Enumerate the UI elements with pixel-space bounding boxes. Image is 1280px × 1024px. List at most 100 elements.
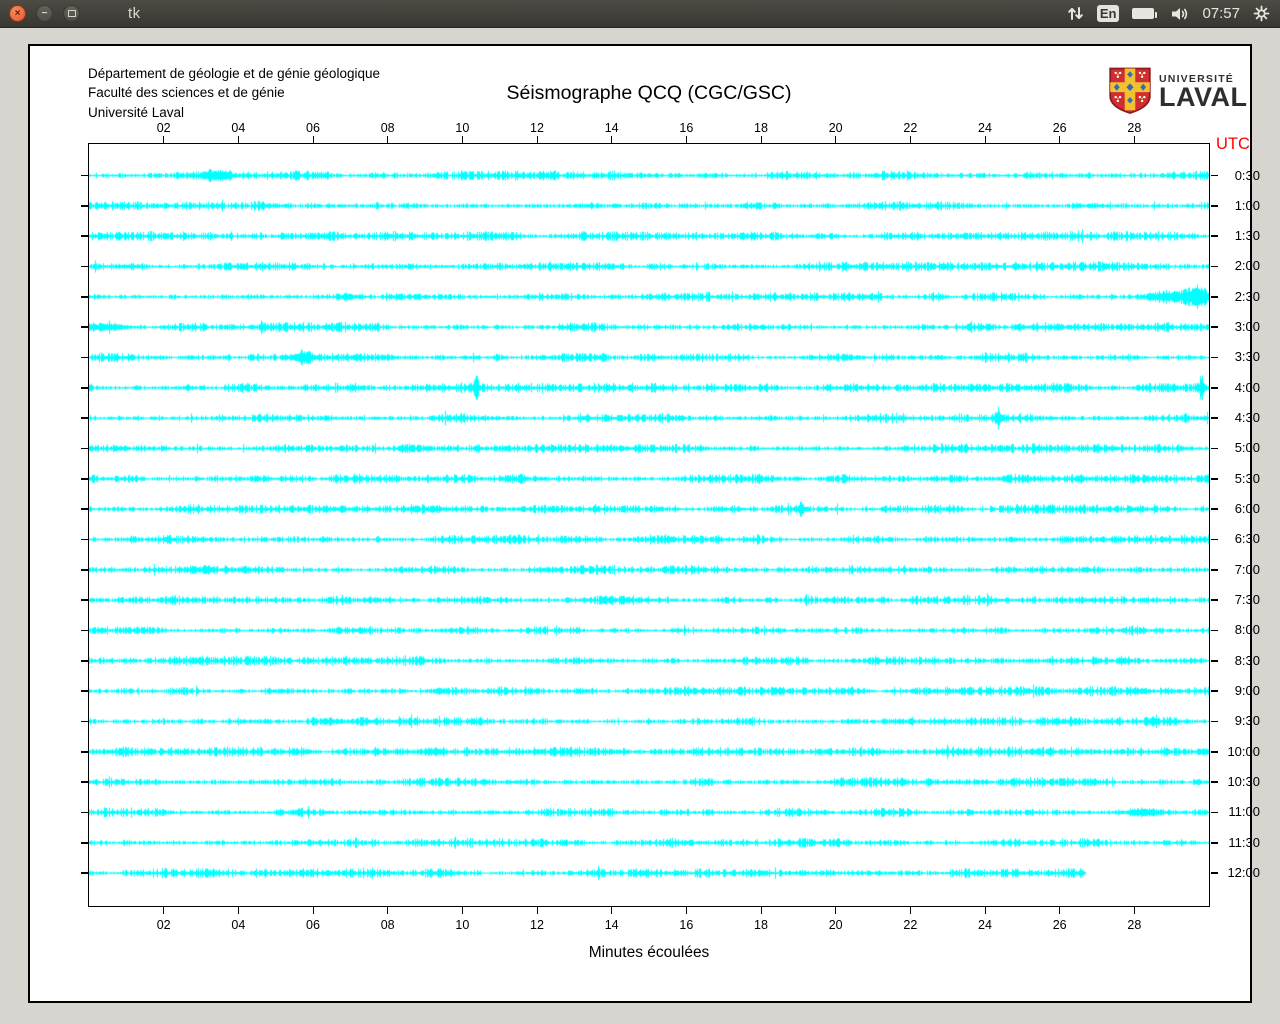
speaker-icon: [1171, 6, 1189, 22]
x-tick-label-bottom: 20: [821, 918, 851, 932]
network-indicator[interactable]: [1067, 5, 1084, 22]
row-tick-right: [1211, 478, 1218, 480]
x-tick-top: [1134, 136, 1135, 143]
x-tick-label-top: 18: [746, 121, 776, 135]
x-tick-label-top: 14: [597, 121, 627, 135]
utc-time-label: 7:30: [1220, 592, 1260, 608]
x-tick-label-bottom: 16: [671, 918, 701, 932]
row-tick-right: [1211, 387, 1218, 389]
x-tick-label-bottom: 02: [149, 918, 179, 932]
utc-time-label: 9:30: [1220, 713, 1260, 729]
row-tick-right: [1211, 296, 1218, 298]
minimize-icon: −: [42, 8, 48, 19]
x-tick-label-top: 16: [671, 121, 701, 135]
row-tick-right: [1211, 630, 1218, 632]
maximize-icon: [68, 10, 76, 17]
row-tick-left: [81, 751, 88, 753]
row-tick-right: [1211, 751, 1218, 753]
row-tick-left: [81, 599, 88, 601]
window-controls: × −: [9, 5, 80, 22]
row-tick-left: [81, 357, 88, 359]
row-tick-left: [81, 569, 88, 571]
volume-indicator[interactable]: [1171, 6, 1189, 22]
utc-time-label: 4:00: [1220, 380, 1260, 396]
gear-icon: [1253, 5, 1270, 22]
x-tick-label-bottom: 18: [746, 918, 776, 932]
maximize-button[interactable]: [63, 5, 80, 22]
chart-title: Séismographe QCQ (CGC/GSC): [88, 82, 1210, 105]
utc-time-label: 6:30: [1220, 531, 1260, 547]
row-tick-right: [1211, 721, 1218, 723]
seismogram-canvas: [89, 144, 1209, 906]
header-line-1: Département de géologie et de génie géol…: [88, 64, 380, 83]
utc-time-label: 12:00: [1220, 865, 1260, 881]
x-tick-bottom: [238, 907, 239, 914]
x-tick-bottom: [761, 907, 762, 914]
utc-time-label: 3:30: [1220, 349, 1260, 365]
x-tick-top: [387, 136, 388, 143]
x-tick-top: [238, 136, 239, 143]
x-axis-title: Minutes écoulées: [88, 944, 1210, 962]
desktop: { "window": { "title": "tk", "close_glyp…: [0, 0, 1280, 1024]
x-tick-top: [761, 136, 762, 143]
row-tick-right: [1211, 781, 1218, 783]
row-tick-right: [1211, 448, 1218, 450]
system-tray: En 07:57: [1067, 0, 1270, 27]
window-title: tk: [128, 5, 141, 22]
x-tick-label-top: 10: [447, 121, 477, 135]
x-tick-bottom: [387, 907, 388, 914]
battery-icon: [1132, 8, 1154, 19]
x-tick-top: [611, 136, 612, 143]
x-tick-label-top: 08: [373, 121, 403, 135]
row-tick-right: [1211, 539, 1218, 541]
x-tick-label-bottom: 10: [447, 918, 477, 932]
utc-time-label: 1:00: [1220, 198, 1260, 214]
utc-time-label: 1:30: [1220, 228, 1260, 244]
minimize-button[interactable]: −: [36, 5, 53, 22]
x-tick-bottom: [163, 907, 164, 914]
row-tick-right: [1211, 205, 1218, 207]
row-tick-left: [81, 296, 88, 298]
x-tick-bottom: [910, 907, 911, 914]
row-tick-left: [81, 539, 88, 541]
close-button[interactable]: ×: [9, 5, 26, 22]
x-tick-label-bottom: 12: [522, 918, 552, 932]
x-tick-label-bottom: 08: [373, 918, 403, 932]
close-icon: ×: [15, 8, 21, 19]
row-tick-right: [1211, 175, 1218, 177]
keyboard-layout-badge: En: [1097, 5, 1120, 22]
window-titlebar: × − tk En 07:57: [0, 0, 1280, 28]
row-tick-right: [1211, 508, 1218, 510]
x-tick-bottom: [686, 907, 687, 914]
row-tick-left: [81, 842, 88, 844]
x-tick-top: [686, 136, 687, 143]
utc-time-label: 9:00: [1220, 683, 1260, 699]
row-tick-left: [81, 478, 88, 480]
row-tick-left: [81, 812, 88, 814]
battery-indicator[interactable]: [1132, 8, 1158, 19]
x-tick-bottom: [835, 907, 836, 914]
row-tick-left: [81, 690, 88, 692]
clock[interactable]: 07:57: [1202, 5, 1240, 22]
x-tick-label-bottom: 14: [597, 918, 627, 932]
x-tick-bottom: [1059, 907, 1060, 914]
row-tick-left: [81, 175, 88, 177]
x-tick-top: [910, 136, 911, 143]
utc-time-label: 6:00: [1220, 501, 1260, 517]
row-tick-left: [81, 781, 88, 783]
utc-time-label: 5:00: [1220, 440, 1260, 456]
seismograph-app-window: Département de géologie et de génie géol…: [28, 44, 1252, 1003]
utc-time-label: 8:00: [1220, 622, 1260, 638]
utc-time-label: 7:00: [1220, 562, 1260, 578]
x-tick-top: [537, 136, 538, 143]
row-tick-left: [81, 326, 88, 328]
keyboard-layout-indicator[interactable]: En: [1097, 5, 1120, 22]
x-tick-bottom: [537, 907, 538, 914]
row-tick-right: [1211, 690, 1218, 692]
session-menu[interactable]: [1253, 5, 1270, 22]
x-tick-bottom: [313, 907, 314, 914]
header-line-3: Université Laval: [88, 103, 380, 122]
x-tick-label-bottom: 22: [895, 918, 925, 932]
x-tick-label-bottom: 26: [1045, 918, 1075, 932]
utc-time-label: 2:00: [1220, 258, 1260, 274]
